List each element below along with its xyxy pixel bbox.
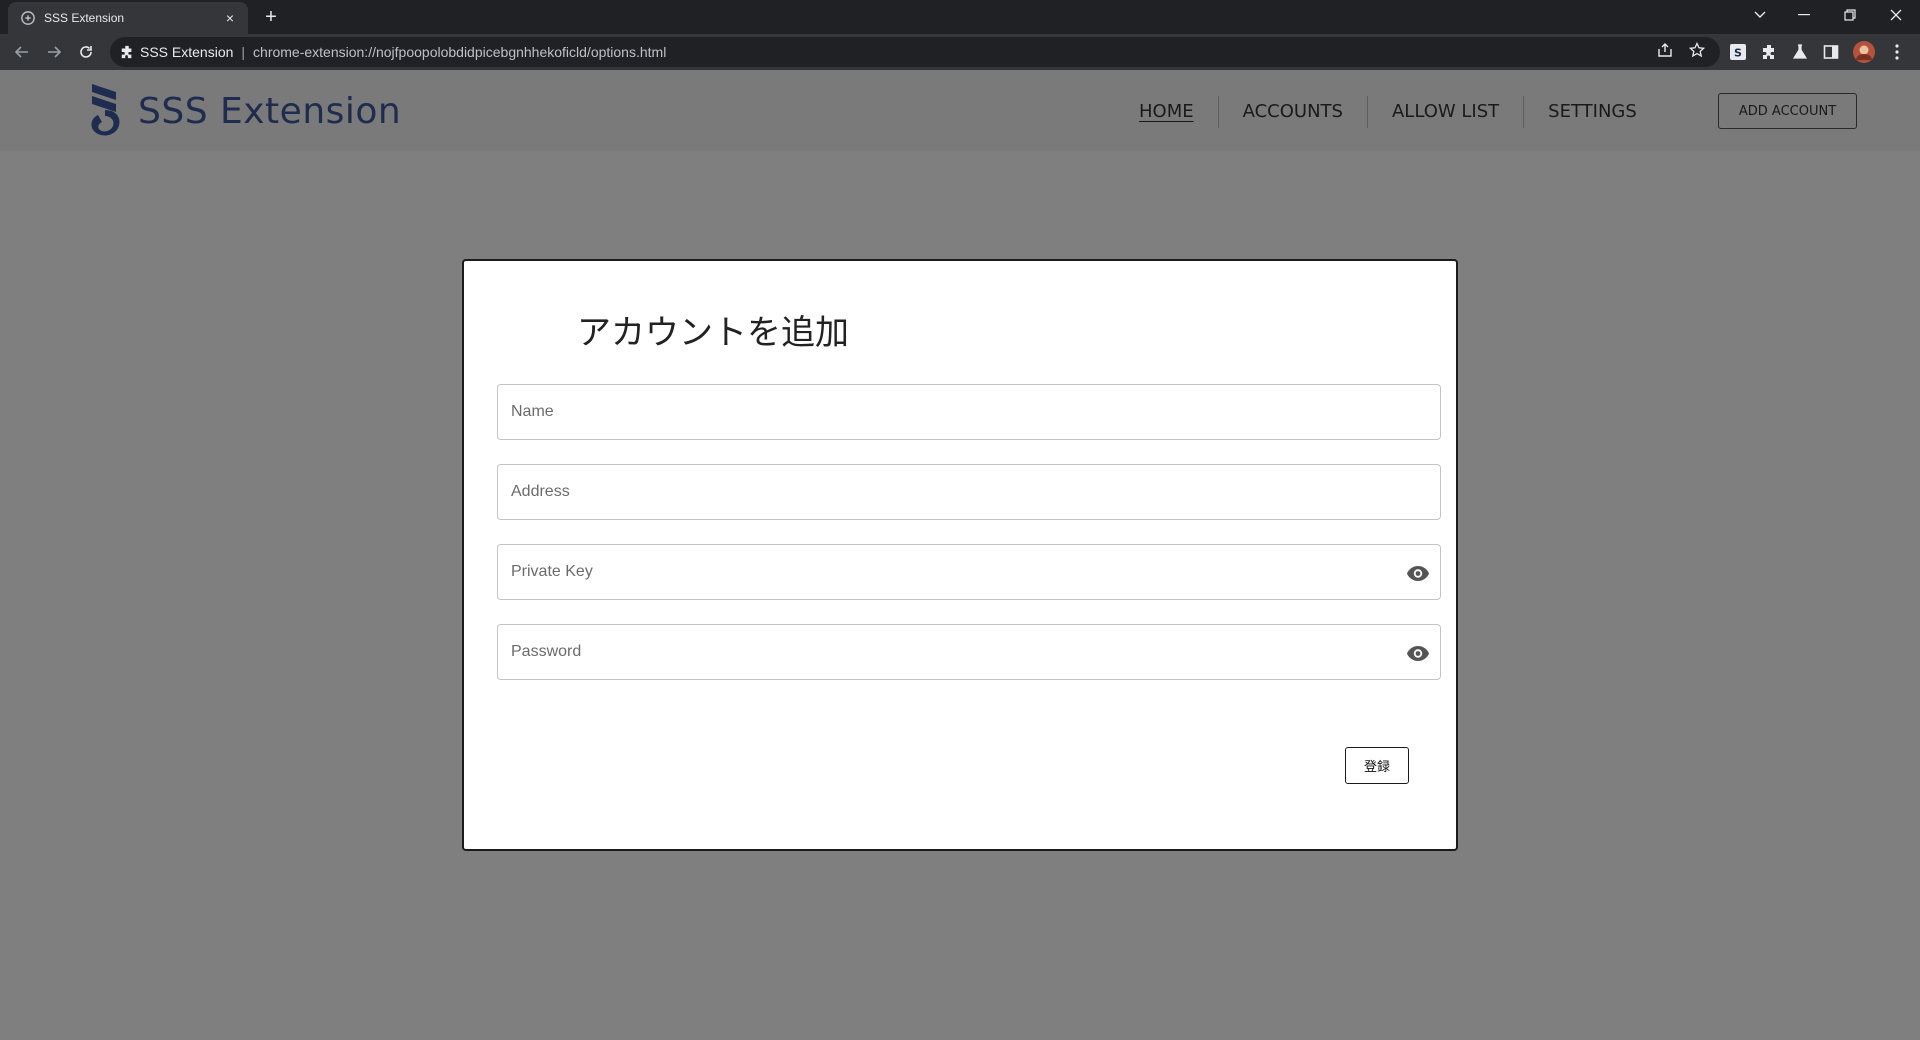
url-text[interactable]: chrome-extension://nojfpoopolobdidpicebg… bbox=[253, 44, 666, 60]
restore-icon[interactable] bbox=[1830, 0, 1870, 30]
side-panel-icon[interactable] bbox=[1822, 43, 1840, 61]
minimize-icon[interactable] bbox=[1784, 0, 1824, 30]
password-input[interactable] bbox=[498, 625, 1440, 679]
add-account-button[interactable]: ADD ACCOUNT bbox=[1718, 93, 1857, 129]
nav-allow-list[interactable]: ALLOW LIST bbox=[1368, 96, 1523, 128]
nav-settings[interactable]: SETTINGS bbox=[1524, 96, 1661, 128]
share-icon[interactable] bbox=[1656, 41, 1674, 59]
puzzle-icon bbox=[120, 45, 134, 59]
url-separator: | bbox=[241, 44, 246, 60]
password-field bbox=[497, 624, 1441, 680]
toggle-visibility-eye-icon[interactable] bbox=[1404, 639, 1432, 667]
back-arrow-icon[interactable] bbox=[10, 40, 34, 64]
site-chip: SSS Extension bbox=[140, 44, 234, 60]
private-key-field bbox=[497, 544, 1441, 600]
close-window-icon[interactable] bbox=[1876, 0, 1916, 30]
main-nav: HOME ACCOUNTS ALLOW LIST SETTINGS bbox=[1115, 96, 1661, 128]
star-icon[interactable] bbox=[1688, 41, 1706, 59]
options-page: SSS Extension HOME ACCOUNTS ALLOW LIST S… bbox=[0, 70, 1920, 1040]
name-field bbox=[497, 384, 1441, 440]
dialog-title: アカウントを追加 bbox=[577, 313, 849, 353]
name-input[interactable] bbox=[498, 385, 1440, 439]
private-key-input[interactable] bbox=[498, 545, 1440, 599]
tab-title: SSS Extension bbox=[44, 11, 125, 25]
add-account-dialog: アカウントを追加 登録 bbox=[462, 259, 1458, 851]
sss-extension-icon[interactable]: S bbox=[1729, 43, 1747, 61]
browser-tabstrip: SSS Extension × + bbox=[0, 0, 1920, 34]
address-bar[interactable]: SSS Extension | chrome-extension://nojfp… bbox=[110, 37, 1720, 67]
tab-search-icon[interactable] bbox=[1740, 0, 1780, 30]
browser-toolbar: SSS Extension | chrome-extension://nojfp… bbox=[0, 34, 1920, 70]
toggle-visibility-eye-icon[interactable] bbox=[1404, 559, 1432, 587]
app-header: SSS Extension HOME ACCOUNTS ALLOW LIST S… bbox=[0, 70, 1920, 151]
tab-close-icon[interactable]: × bbox=[222, 10, 238, 26]
address-field bbox=[497, 464, 1441, 520]
puzzle-favicon-icon bbox=[20, 10, 36, 26]
register-button[interactable]: 登録 bbox=[1345, 747, 1409, 784]
brand-logo[interactable]: SSS Extension bbox=[86, 82, 401, 140]
brand-name: SSS Extension bbox=[138, 90, 402, 132]
nav-home[interactable]: HOME bbox=[1115, 96, 1218, 128]
address-input[interactable] bbox=[498, 465, 1440, 519]
svg-text:S: S bbox=[1734, 47, 1742, 60]
browser-tab[interactable]: SSS Extension × bbox=[8, 2, 248, 34]
flask-icon[interactable] bbox=[1791, 43, 1809, 61]
menu-kebab-icon[interactable] bbox=[1888, 43, 1906, 61]
nav-accounts[interactable]: ACCOUNTS bbox=[1219, 96, 1367, 128]
sss-logo-icon bbox=[86, 82, 124, 140]
profile-avatar[interactable] bbox=[1853, 41, 1875, 63]
forward-arrow-icon[interactable] bbox=[42, 40, 66, 64]
new-tab-button[interactable]: + bbox=[260, 6, 282, 28]
reload-icon[interactable] bbox=[74, 40, 98, 64]
extensions-icon[interactable] bbox=[1760, 43, 1778, 61]
